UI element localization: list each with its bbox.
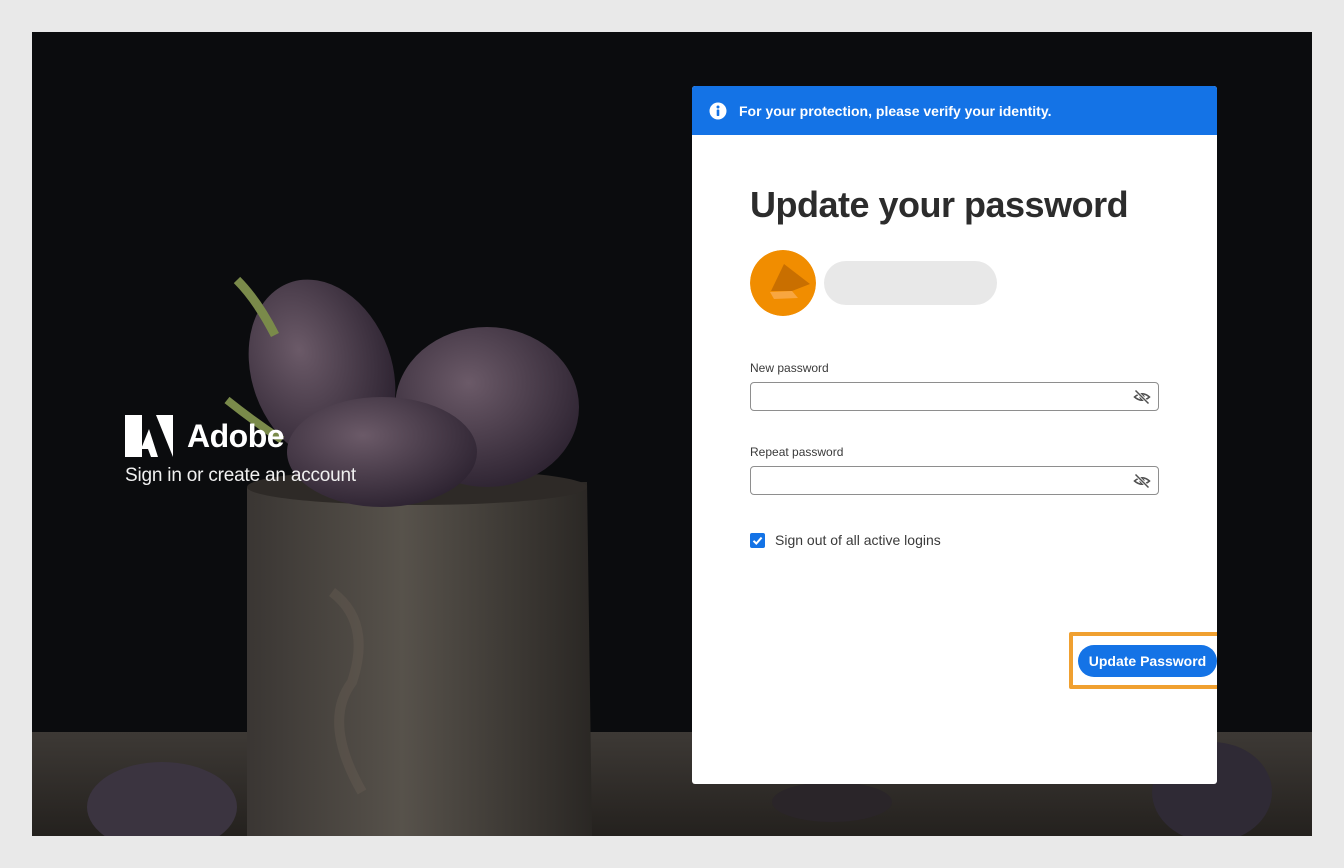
brand: Adobe Sign in or create an account (125, 415, 356, 487)
brand-tagline: Sign in or create an account (125, 465, 356, 486)
checkmark-icon (752, 536, 763, 545)
form-body: Update your password New password Repeat… (750, 135, 1217, 689)
sign-out-all-option: Sign out of all active logins (750, 532, 1160, 548)
repeat-password-label: Repeat password (750, 445, 844, 459)
background-photo: Adobe Sign in or create an account For y… (32, 32, 1312, 836)
eye-slash-icon[interactable] (1133, 472, 1151, 490)
brand-name: Adobe (187, 418, 285, 454)
info-icon (709, 102, 727, 119)
update-password-highlight: Update Password (1069, 632, 1217, 689)
eye-slash-icon[interactable] (1133, 388, 1151, 406)
repeat-password-input[interactable] (751, 467, 1121, 494)
avatar-icon (750, 250, 816, 316)
verification-banner-text: For your protection, please verify your … (739, 102, 1052, 119)
verification-banner: For your protection, please verify your … (692, 86, 1217, 135)
new-password-field (750, 382, 1159, 411)
update-password-button[interactable]: Update Password (1078, 644, 1217, 677)
page-title: Update your password (750, 184, 1129, 225)
new-password-input[interactable] (751, 383, 1121, 410)
sign-out-all-checkbox[interactable] (750, 532, 765, 548)
update-password-card: For your protection, please verify your … (692, 86, 1217, 784)
account-email-placeholder (824, 261, 997, 305)
account-identity (750, 250, 1160, 316)
adobe-logo-icon (125, 415, 173, 457)
sign-out-all-label[interactable]: Sign out of all active logins (775, 532, 941, 548)
repeat-password-field (750, 466, 1159, 495)
new-password-label: New password (750, 361, 829, 375)
